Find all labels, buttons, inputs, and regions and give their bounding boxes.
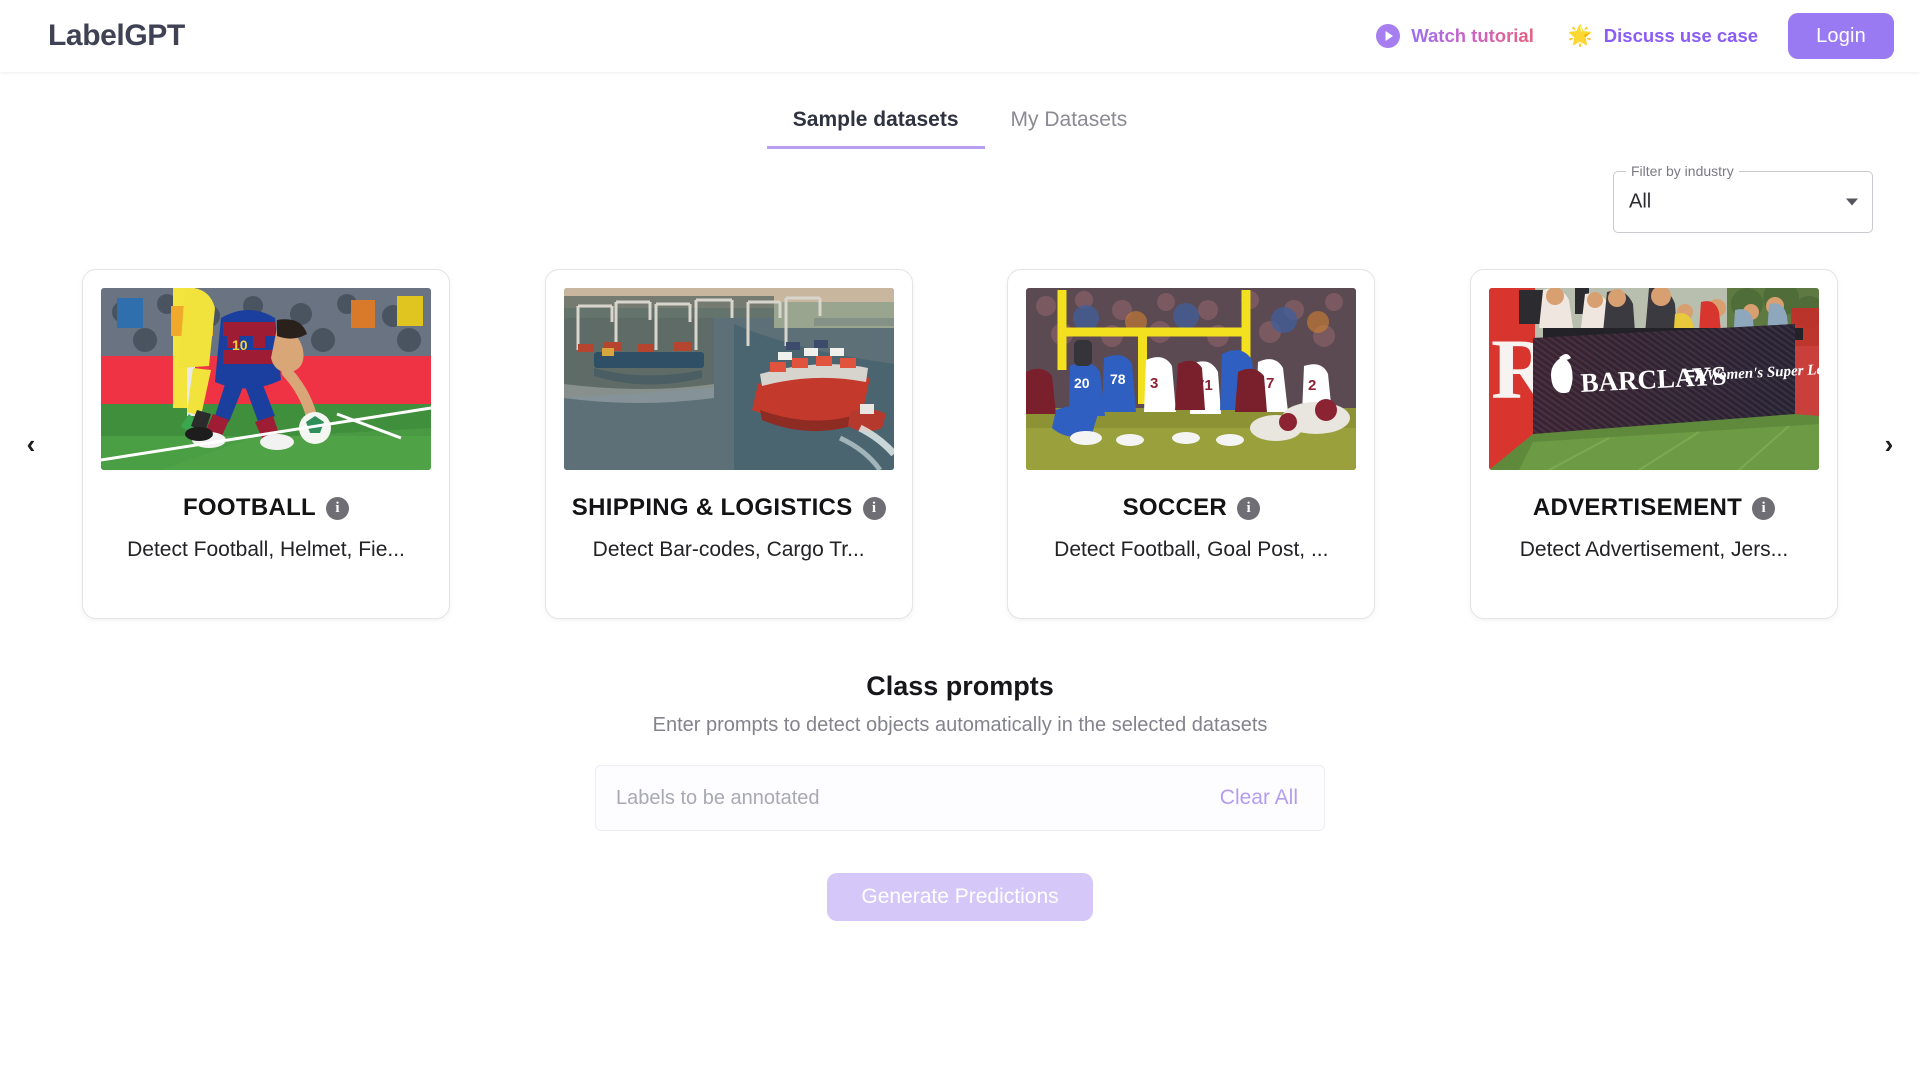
play-circle-icon xyxy=(1376,24,1401,48)
svg-text:78: 78 xyxy=(1110,371,1126,387)
svg-text:FA: FA xyxy=(1684,366,1707,386)
carousel-prev-button[interactable]: ‹ xyxy=(16,424,46,464)
carousel-next-button[interactable]: › xyxy=(1874,424,1904,464)
dataset-card-description: Detect Advertisement, Jers... xyxy=(1519,538,1789,561)
filter-row: Filter by industry All xyxy=(0,163,1920,233)
filter-by-industry-select[interactable]: Filter by industry All xyxy=(1613,163,1873,233)
dataset-card-description: Detect Football, Goal Post, ... xyxy=(1054,538,1329,561)
info-icon[interactable]: i xyxy=(1237,496,1261,520)
class-prompts-title: Class prompts xyxy=(866,671,1054,701)
dataset-card-advertisement[interactable]: R BARCLAYS FA Women's Super League ADVER… xyxy=(1469,269,1838,619)
tab-my-datasets[interactable]: My Datasets xyxy=(985,100,1154,149)
svg-text:10: 10 xyxy=(232,337,248,353)
dataset-card-title: ADVERTISEMENT xyxy=(1532,494,1743,521)
clear-all-button[interactable]: Clear All xyxy=(1220,786,1298,810)
app-logo: LabelGPT xyxy=(48,19,185,52)
tab-sample-datasets[interactable]: Sample datasets xyxy=(766,100,985,149)
login-button[interactable]: Login xyxy=(1788,13,1894,59)
watch-tutorial-link[interactable]: Watch tutorial xyxy=(1376,24,1534,48)
shooting-star-icon: 🌟 xyxy=(1567,25,1593,47)
class-prompts-field[interactable]: Clear All xyxy=(595,765,1325,831)
dataset-card-image: R BARCLAYS FA Women's Super League xyxy=(1488,288,1819,470)
header-actions: Watch tutorial 🌟 Discuss use case Login xyxy=(1376,13,1894,59)
filter-value: All xyxy=(1629,190,1652,213)
info-icon[interactable]: i xyxy=(1752,496,1776,520)
dataset-card-football[interactable]: 10 FOOTBALL i Detect Football, Helmet, F… xyxy=(82,269,450,619)
info-icon[interactable]: i xyxy=(326,496,350,520)
svg-text:20: 20 xyxy=(1074,375,1090,391)
dataset-card-title-row: FOOTBALL i xyxy=(101,494,431,522)
dataset-card-image: 3 71 7 2 20 78 xyxy=(1026,288,1357,470)
svg-text:2: 2 xyxy=(1308,377,1316,394)
labels-input[interactable] xyxy=(614,785,1206,811)
app-header: LabelGPT Watch tutorial 🌟 Discuss use ca… xyxy=(0,0,1920,72)
dataset-card-soccer[interactable]: 3 71 7 2 20 78 SOCCER i Detect Football,… xyxy=(1007,269,1376,619)
svg-text:3: 3 xyxy=(1150,375,1158,392)
dataset-card-description: Detect Football, Helmet, Fie... xyxy=(127,538,405,561)
chevron-down-icon xyxy=(1846,198,1858,206)
dataset-card-shipping-logistics[interactable]: SHIPPING & LOGISTICS i Detect Bar-codes,… xyxy=(544,269,913,619)
discuss-use-case-label: Discuss use case xyxy=(1603,25,1759,46)
class-prompts-subtitle: Enter prompts to detect objects automati… xyxy=(652,714,1268,736)
generate-predictions-button[interactable]: Generate Predictions xyxy=(827,873,1093,921)
dataset-carousel: ‹ › 10 FOOTBALL i Detect Football, Helme… xyxy=(0,269,1920,619)
dataset-card-title-row: ADVERTISEMENT i xyxy=(1489,494,1819,522)
dataset-card-title-row: SHIPPING & LOGISTICS i xyxy=(564,494,894,522)
dataset-card-title: FOOTBALL xyxy=(182,494,317,521)
class-prompts-section: Class prompts Enter prompts to detect ob… xyxy=(0,671,1920,921)
dataset-card-title-row: SOCCER i xyxy=(1026,494,1356,522)
dataset-card-title: SHIPPING & LOGISTICS xyxy=(571,494,853,521)
info-icon[interactable]: i xyxy=(862,496,886,520)
watch-tutorial-label: Watch tutorial xyxy=(1411,25,1534,46)
discuss-use-case-link[interactable]: 🌟 Discuss use case xyxy=(1568,25,1758,47)
dataset-card-description: Detect Bar-codes, Cargo Tr... xyxy=(592,538,865,561)
dataset-tabs: Sample datasets My Datasets xyxy=(0,100,1920,149)
svg-text:7: 7 xyxy=(1266,375,1274,392)
filter-label: Filter by industry xyxy=(1626,163,1739,179)
dataset-card-title: SOCCER xyxy=(1122,494,1228,521)
dataset-card-list: 10 FOOTBALL i Detect Football, Helmet, F… xyxy=(0,269,1920,619)
dataset-card-image: 10 xyxy=(101,288,431,470)
dataset-card-image xyxy=(563,288,894,470)
